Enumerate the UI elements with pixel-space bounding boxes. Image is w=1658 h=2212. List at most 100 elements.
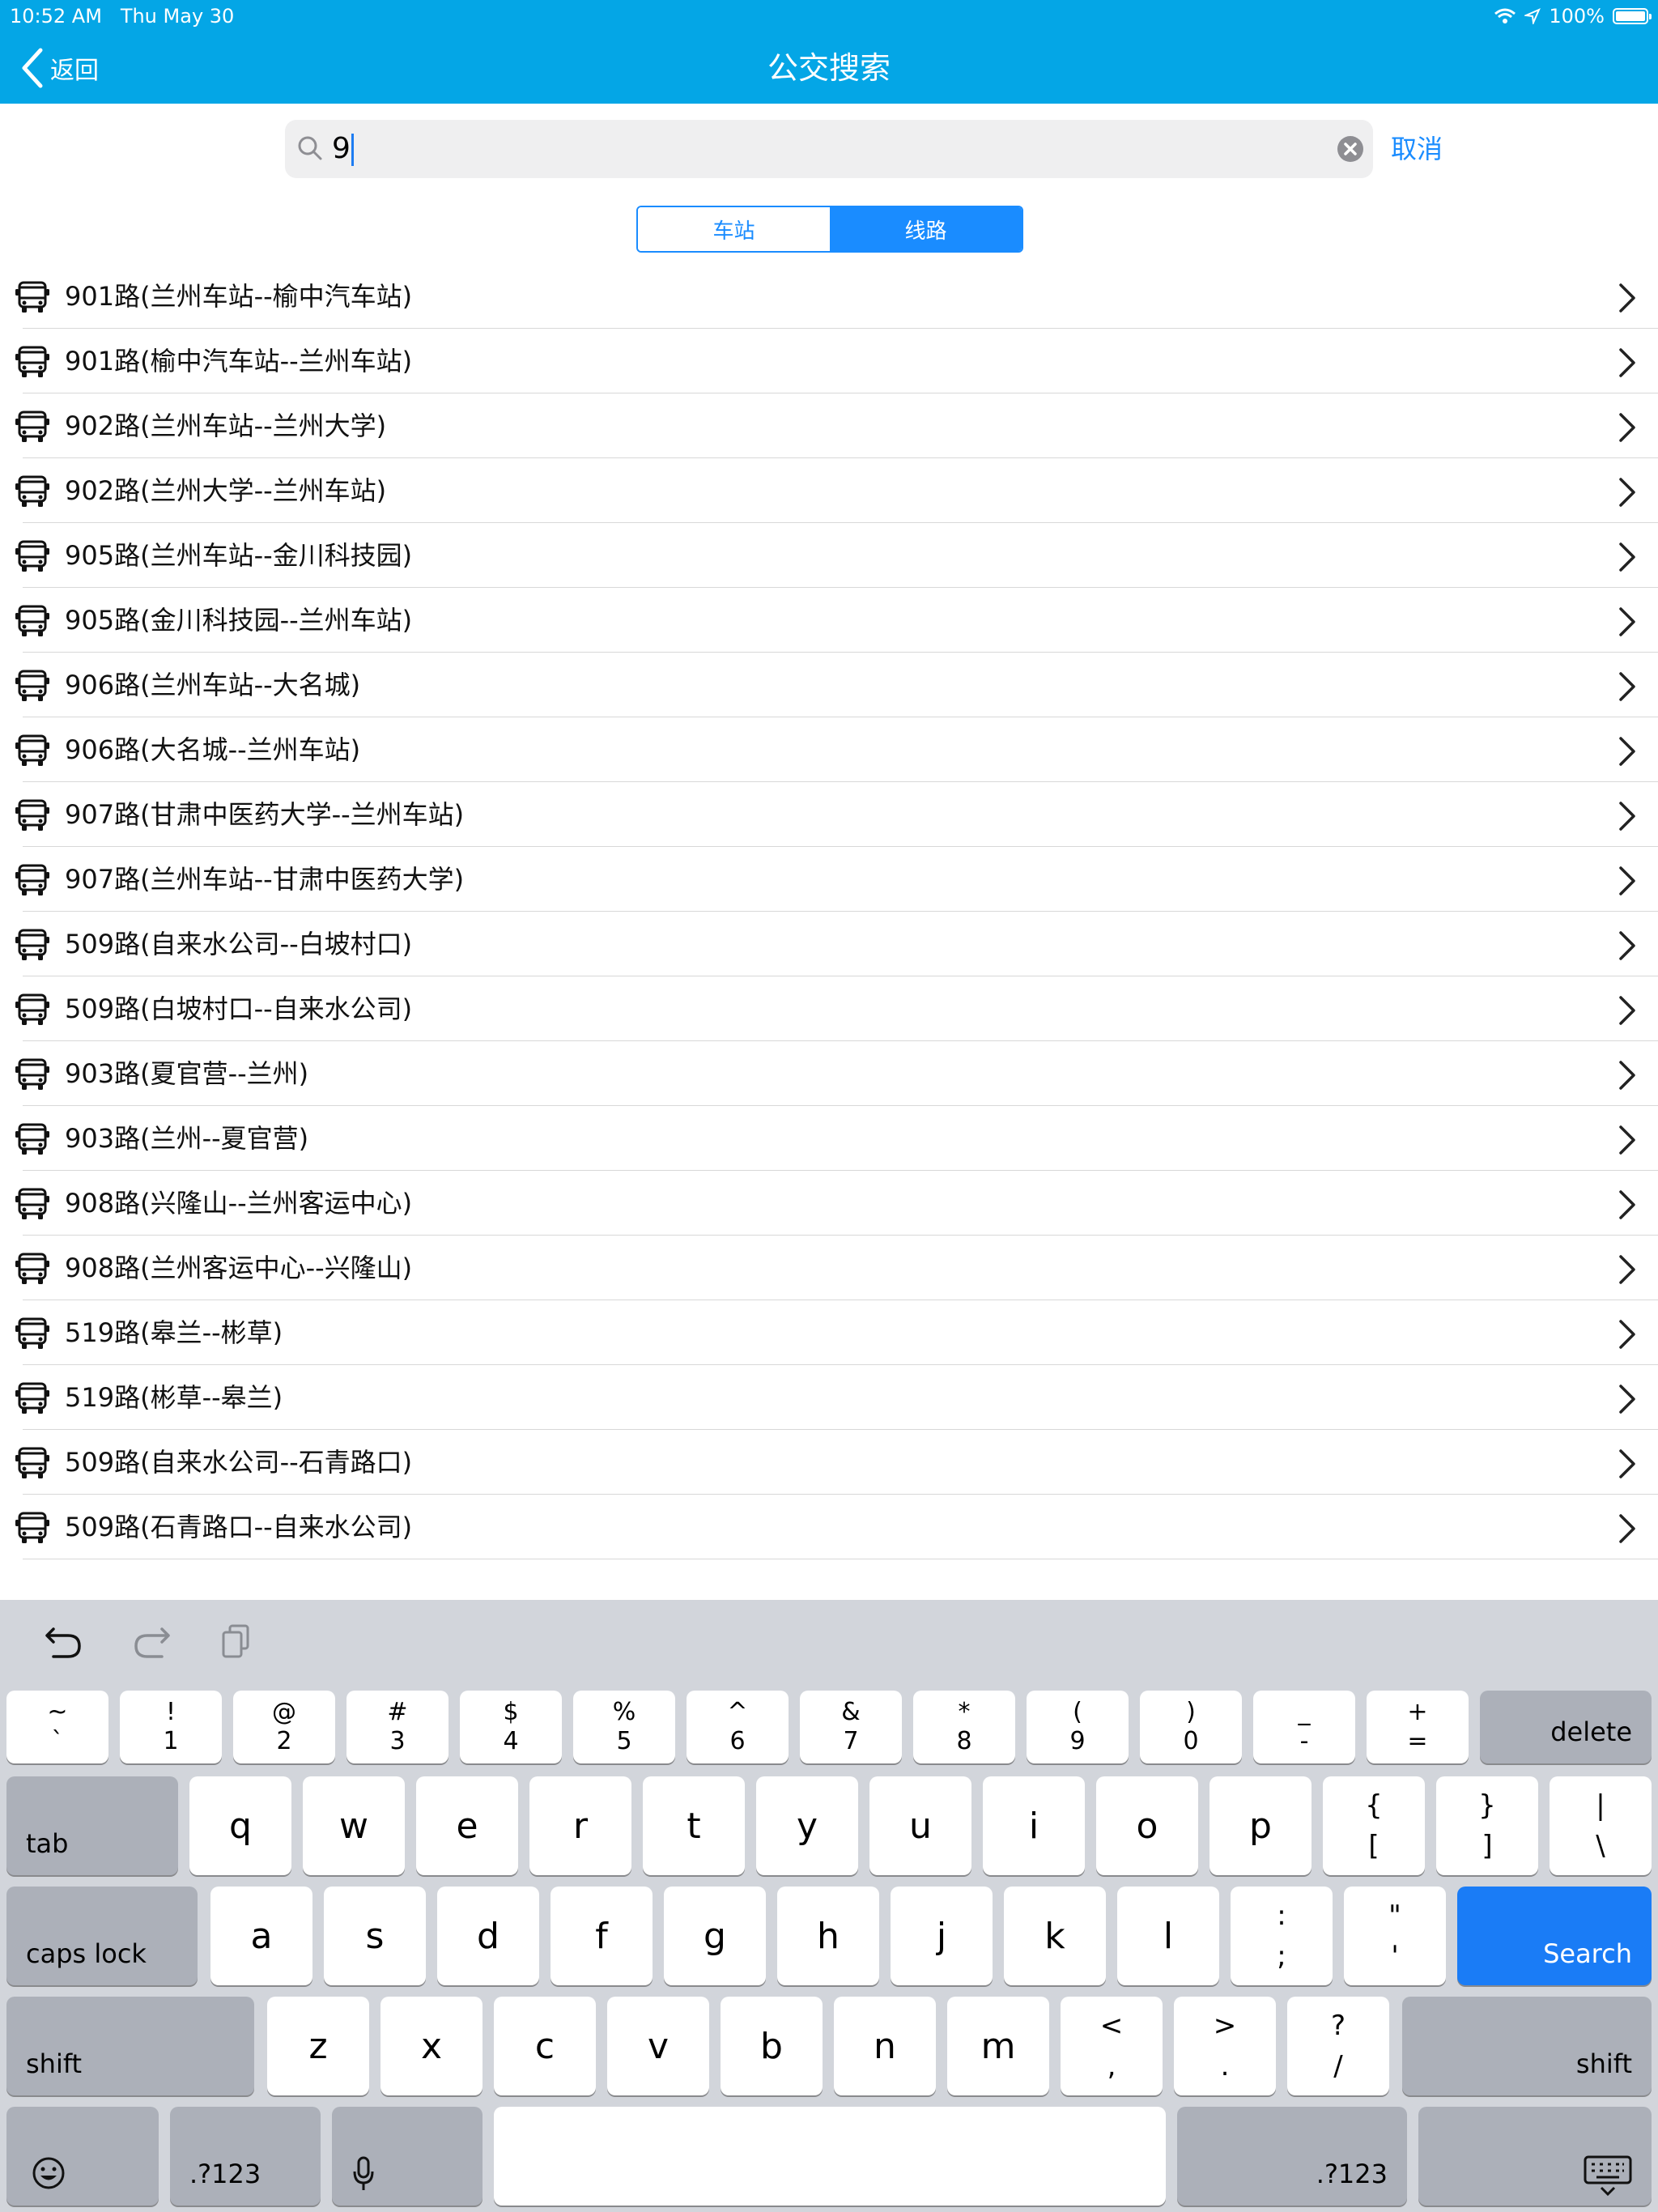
tab-label: tab: [26, 1828, 69, 1859]
route-row[interactable]: 908路(兰州客运中心--兴隆山): [0, 1236, 1658, 1300]
route-row[interactable]: 903路(夏官营--兰州): [0, 1041, 1658, 1106]
emoji-key[interactable]: [6, 2107, 159, 2206]
delete-key[interactable]: delete: [1480, 1691, 1652, 1763]
key-v[interactable]: v: [607, 1997, 709, 2095]
clear-search-button[interactable]: [1337, 136, 1363, 162]
key-w[interactable]: w: [303, 1776, 405, 1875]
route-row[interactable]: 902路(兰州车站--兰州大学): [0, 393, 1658, 458]
key-punct-1[interactable]: " ': [1344, 1887, 1446, 1985]
key-x[interactable]: x: [380, 1997, 483, 2095]
key-`[interactable]: ~ `: [6, 1691, 108, 1763]
key-p[interactable]: p: [1209, 1776, 1312, 1875]
key-symbol: /: [1333, 2050, 1343, 2082]
paste-icon[interactable]: [219, 1623, 259, 1660]
dictation-key[interactable]: [332, 2107, 483, 2206]
key-8[interactable]: * 8: [913, 1691, 1015, 1763]
search-input[interactable]: 9: [332, 120, 354, 178]
key-m[interactable]: m: [947, 1997, 1049, 2095]
key-symbol-1[interactable]: }]: [1436, 1776, 1538, 1875]
search-key[interactable]: Search: [1457, 1887, 1652, 1985]
route-row[interactable]: 519路(皋兰--彬草): [0, 1300, 1658, 1365]
key-s[interactable]: s: [324, 1887, 426, 1985]
key-t[interactable]: t: [643, 1776, 745, 1875]
key-2[interactable]: @2: [233, 1691, 335, 1763]
tab-key[interactable]: tab: [6, 1776, 178, 1875]
key-6[interactable]: ^ 6: [687, 1691, 789, 1763]
key-symbol-2[interactable]: | \: [1550, 1776, 1652, 1875]
route-row[interactable]: 509路(白坡村口--自来水公司): [0, 976, 1658, 1041]
key-c[interactable]: c: [494, 1997, 596, 2095]
route-row[interactable]: 906路(大名城--兰州车站): [0, 717, 1658, 782]
segment-station[interactable]: 车站: [638, 207, 830, 251]
key-=[interactable]: + =: [1367, 1691, 1469, 1763]
key-l[interactable]: l: [1117, 1887, 1219, 1985]
shift-key-left[interactable]: shift: [6, 1997, 254, 2095]
key--[interactable]: _ -: [1253, 1691, 1355, 1763]
caps-lock-key[interactable]: caps lock: [6, 1887, 198, 1985]
undo-icon[interactable]: [44, 1623, 84, 1660]
key-7[interactable]: & 7: [800, 1691, 902, 1763]
numbers-key-right[interactable]: .?123: [1177, 2107, 1407, 2206]
key-h[interactable]: h: [777, 1887, 879, 1985]
key-i[interactable]: i: [983, 1776, 1085, 1875]
route-row[interactable]: 519路(彬草--皋兰): [0, 1365, 1658, 1430]
key-punct2-0[interactable]: <,: [1061, 1997, 1163, 2095]
key-5[interactable]: % 5: [573, 1691, 675, 1763]
key-f[interactable]: f: [551, 1887, 653, 1985]
key-j[interactable]: j: [891, 1887, 993, 1985]
search-field[interactable]: 9: [285, 120, 1373, 178]
key-u[interactable]: u: [869, 1776, 971, 1875]
route-row[interactable]: 903路(兰州--夏官营): [0, 1106, 1658, 1171]
route-row[interactable]: 509路(自来水公司--白坡村口): [0, 912, 1658, 976]
key-shift-symbol: *: [958, 1698, 971, 1726]
route-row[interactable]: 509路(石青路口--自来水公司): [0, 1495, 1658, 1559]
redo-icon[interactable]: [131, 1623, 172, 1660]
key-o[interactable]: o: [1096, 1776, 1198, 1875]
shift-key-right[interactable]: shift: [1402, 1997, 1652, 2095]
segment-route[interactable]: 线路: [830, 207, 1022, 251]
route-row[interactable]: 908路(兴隆山--兰州客运中心): [0, 1171, 1658, 1236]
key-e[interactable]: e: [416, 1776, 518, 1875]
cancel-button[interactable]: 取消: [1391, 120, 1443, 178]
route-row[interactable]: 905路(兰州车站--金川科技园): [0, 523, 1658, 588]
route-row[interactable]: 907路(兰州车站--甘肃中医药大学): [0, 847, 1658, 912]
key-b[interactable]: b: [721, 1997, 823, 2095]
numbers-key-left[interactable]: .?123: [170, 2107, 321, 2206]
bus-icon: [15, 1253, 49, 1284]
key-4[interactable]: $4: [460, 1691, 562, 1763]
key-k[interactable]: k: [1004, 1887, 1106, 1985]
key-letter: g: [704, 1915, 726, 1957]
chevron-right-icon: [1619, 1061, 1635, 1090]
space-bar[interactable]: [494, 2107, 1166, 2206]
dismiss-keyboard-key[interactable]: [1418, 2107, 1652, 2206]
key-punct2-2[interactable]: ? /: [1287, 1997, 1389, 2095]
key-0[interactable]: ) 0: [1140, 1691, 1242, 1763]
key-g[interactable]: g: [664, 1887, 766, 1985]
key-n[interactable]: n: [834, 1997, 936, 2095]
key-r[interactable]: r: [529, 1776, 631, 1875]
key-symbol-0[interactable]: {[: [1323, 1776, 1425, 1875]
key-z[interactable]: z: [267, 1997, 369, 2095]
key-punct2-1[interactable]: >.: [1174, 1997, 1276, 2095]
key-1[interactable]: ! 1: [120, 1691, 222, 1763]
route-row[interactable]: 901路(榆中汽车站--兰州车站): [0, 329, 1658, 393]
route-row[interactable]: 907路(甘肃中医药大学--兰州车站): [0, 782, 1658, 847]
key-punct-0[interactable]: :;: [1231, 1887, 1333, 1985]
route-row[interactable]: 906路(兰州车站--大名城): [0, 653, 1658, 717]
key-shift-symbol: }: [1478, 1789, 1496, 1822]
emoji-icon: [32, 2157, 65, 2189]
key-9[interactable]: (9: [1027, 1691, 1129, 1763]
key-d[interactable]: d: [437, 1887, 539, 1985]
key-y[interactable]: y: [756, 1776, 858, 1875]
key-letter: e: [456, 1805, 478, 1847]
status-clock: 10:52 AM: [10, 5, 102, 28]
key-shift-symbol: <: [1099, 2010, 1124, 2042]
key-a[interactable]: a: [210, 1887, 312, 1985]
key-q[interactable]: q: [189, 1776, 291, 1875]
route-row[interactable]: 509路(自来水公司--石青路口): [0, 1430, 1658, 1495]
route-row[interactable]: 902路(兰州大学--兰州车站): [0, 458, 1658, 523]
key-3[interactable]: #3: [346, 1691, 449, 1763]
route-row[interactable]: 905路(金川科技园--兰州车站): [0, 588, 1658, 653]
key-letter: u: [909, 1805, 932, 1847]
route-row[interactable]: 901路(兰州车站--榆中汽车站): [0, 264, 1658, 329]
